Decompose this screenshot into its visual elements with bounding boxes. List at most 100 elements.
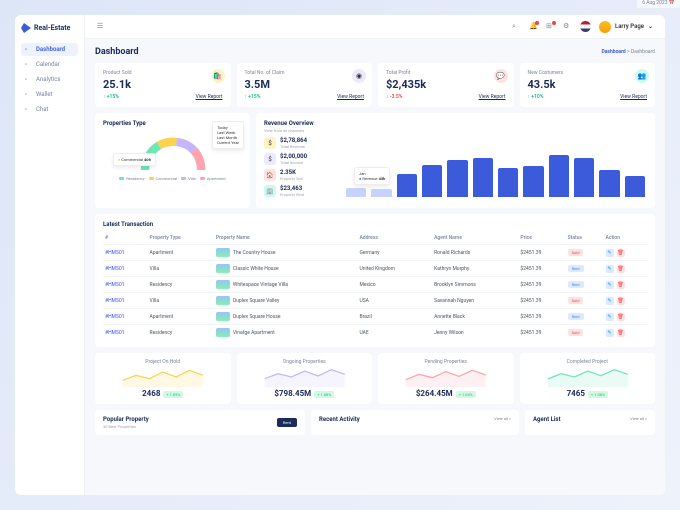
status-badge: Rent: [568, 313, 584, 320]
recent-activity-card: Recent Activity View all >: [311, 410, 519, 435]
bar[interactable]: [473, 158, 493, 197]
stat-icon: 🏢: [264, 185, 276, 197]
chart-icon: ▫: [25, 76, 32, 83]
view-report-link[interactable]: View Report: [196, 94, 223, 100]
property-thumbnail: [216, 264, 230, 273]
delete-icon[interactable]: 🗑: [617, 249, 625, 257]
view-report-link[interactable]: View Report: [337, 94, 364, 100]
table-row: #HMS01ResidencyWhitespace Vintage VillaM…: [103, 277, 647, 293]
bar[interactable]: [574, 158, 594, 197]
latest-transaction-card: Latest Transaction #Property TypePropert…: [95, 214, 655, 347]
bar[interactable]: [422, 165, 442, 197]
property-thumbnail: [216, 312, 230, 321]
view-report-link[interactable]: View Report: [479, 94, 506, 100]
kpi-card: ◉Total No. of Claim3.5M↑ +15%View Report: [237, 63, 373, 107]
sidebar-item-chat[interactable]: ▫Chat: [21, 103, 78, 116]
agent-list-card: Agent List View all >: [525, 410, 655, 435]
sidebar-item-dashboard[interactable]: ▫Dashboard: [21, 43, 78, 56]
sparkline: [245, 367, 365, 387]
card-title: Properties Type: [103, 120, 146, 127]
revenue-overview-card: Revenue Overview View from all channels …: [256, 113, 655, 208]
brand-name: Real-Estate: [34, 24, 70, 32]
table-row: #HMS01ApartmentDuplex Square HouseBrazil…: [103, 309, 647, 325]
kpi-icon: 👥: [635, 69, 649, 83]
stat-icon: $: [264, 137, 276, 149]
status-badge: Rent: [568, 265, 584, 272]
table-row: #HMS01VillaClassic White HouseUnited Kin…: [103, 261, 647, 277]
topbar: ☰ ⌕ 🔔 ⊞ ⚙ Larry Page ⌄: [85, 15, 665, 39]
brand-logo: Real-Estate: [21, 23, 78, 33]
locale-flag[interactable]: [580, 21, 591, 32]
apps-icon[interactable]: ⊞: [546, 22, 555, 31]
delete-icon[interactable]: 🗑: [617, 313, 625, 321]
sidebar-item-analytics[interactable]: ▫Analytics: [21, 73, 78, 86]
view-all-link[interactable]: View all >: [630, 416, 647, 421]
kpi-card: 🛍️Product Sold25.1k↑ +15%View Report: [95, 63, 231, 107]
page-title: Dashboard: [95, 47, 139, 57]
mini-stat-card: Pending Properties$264.45M+ 1.04%: [378, 353, 514, 404]
delete-icon[interactable]: 🗑: [617, 281, 625, 289]
user-name: Larry Page: [615, 23, 644, 30]
status-badge: Rent: [568, 281, 584, 288]
bar[interactable]: [371, 189, 391, 197]
property-thumbnail: [216, 328, 230, 337]
wallet-icon: ▫: [25, 91, 32, 98]
stat-icon: $: [264, 153, 276, 165]
search-icon[interactable]: ⌕: [512, 22, 521, 31]
edit-icon[interactable]: ✎: [606, 313, 614, 321]
rent-button[interactable]: Rent: [277, 418, 297, 427]
status-badge: Sold: [568, 329, 584, 336]
menu-icon[interactable]: ☰: [97, 22, 106, 31]
table-row: #HMS01ResidencyVinatge ApartmentUAEJenny…: [103, 325, 647, 341]
bell-icon[interactable]: 🔔: [529, 22, 538, 31]
chevron-down-icon: ⌄: [648, 23, 653, 30]
avatar: [599, 21, 611, 33]
gear-icon[interactable]: ⚙: [563, 22, 572, 31]
bar[interactable]: [498, 168, 518, 197]
kpi-icon: 🛍️: [211, 69, 225, 83]
logo-icon: [21, 23, 31, 33]
kpi-icon: 💬: [494, 69, 508, 83]
breadcrumb: Dashboard > Dashboard: [601, 49, 655, 55]
delete-icon[interactable]: 🗑: [617, 297, 625, 305]
property-thumbnail: [216, 280, 230, 289]
edit-icon[interactable]: ✎: [606, 329, 614, 337]
properties-type-card: Properties Type ⋯ Today Last Week Last M…: [95, 113, 250, 208]
property-thumbnail: [216, 296, 230, 305]
edit-icon[interactable]: ✎: [606, 249, 614, 257]
stat-icon: 🏠: [264, 169, 276, 181]
kpi-icon: ◉: [352, 69, 366, 83]
edit-icon[interactable]: ✎: [606, 297, 614, 305]
delete-icon[interactable]: 🗑: [617, 329, 625, 337]
mini-stat-card: Completed Project7465+ 1.06%: [520, 353, 656, 404]
kpi-card: 💬Total Profit$2,435k↓ -3.5%View Report: [378, 63, 514, 107]
mini-stat-card: Ongoing Properties$798.45M+ 1.08%: [237, 353, 373, 404]
bar[interactable]: [397, 174, 417, 197]
bar[interactable]: [447, 160, 467, 197]
bar[interactable]: [346, 188, 366, 197]
bar[interactable]: [625, 176, 645, 197]
donut-tooltip: ● Commercial 406: [113, 153, 156, 166]
bar[interactable]: [549, 155, 569, 197]
delete-icon[interactable]: 🗑: [617, 265, 625, 273]
edit-icon[interactable]: ✎: [606, 265, 614, 273]
sidebar-item-calendar[interactable]: ▫Calendar: [21, 58, 78, 71]
chat-icon: ▫: [25, 106, 32, 113]
sparkline: [386, 367, 506, 387]
popular-property-card: Popular Property 30 Best Properties Rent: [95, 410, 305, 435]
mini-stat-card: Project On Hold2468+ 1.09%: [95, 353, 231, 404]
user-menu[interactable]: Larry Page ⌄: [599, 21, 653, 33]
table-row: #HMS01VillaDuplex Square ValleyUSASavann…: [103, 293, 647, 309]
edit-icon[interactable]: ✎: [606, 281, 614, 289]
view-all-link[interactable]: View all >: [494, 416, 511, 421]
bar[interactable]: [599, 170, 619, 197]
sidebar-item-wallet[interactable]: ▫Wallet: [21, 88, 78, 101]
transactions-table: #Property TypeProperty NameAddressAgent …: [103, 232, 647, 340]
sidebar: Real-Estate ▫Dashboard ▫Calendar ▫Analytic…: [15, 15, 85, 495]
bar-tooltip: Jan ● Revenue 45k: [354, 167, 390, 185]
sparkline: [103, 367, 223, 387]
kpi-card: 👥New Costumers43.5k↑ +10%View Report: [520, 63, 656, 107]
bar[interactable]: [523, 166, 543, 197]
status-badge: Sold: [568, 249, 584, 256]
view-report-link[interactable]: View Report: [620, 94, 647, 100]
